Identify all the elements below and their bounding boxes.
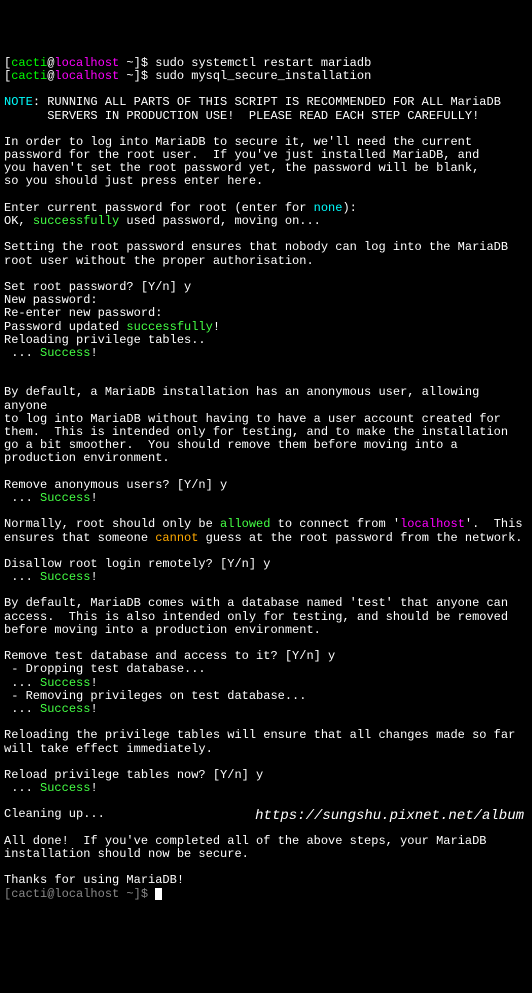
prompt-path: ~ [119,56,133,70]
reload-line-1: Reloading the privilege tables will ensu… [4,728,515,742]
prompt-host-last: localhost [54,887,119,901]
prompt-path: ~ [119,69,133,83]
rootpw-successfully: successfully [126,320,212,334]
anon-line-2: to log into MariaDB without having to ha… [4,412,501,426]
prompt-user-last: cacti [11,887,47,901]
rootpw-reload: Reloading privilege tables.. [4,333,206,347]
anon-line-1: By default, a MariaDB installation has a… [4,385,486,412]
anon-excl: ! [90,491,97,505]
testdb-dots-2: ... [4,702,40,716]
remote-prompt: Disallow root login remotely? [Y/n] y [4,557,270,571]
note-text-2: SERVERS IN PRODUCTION USE! PLEASE READ E… [4,109,479,123]
remote-dots: ... [4,570,40,584]
intro-line-3: you haven't set the root password yet, t… [4,161,479,175]
testdb-line-1: By default, MariaDB comes with a databas… [4,596,508,610]
remote-line-2-p2: guess at the root password from the netw… [198,531,522,545]
anon-line-4: go a bit smoother. You should remove the… [4,438,458,452]
rootpw-reenter: Re-enter new password: [4,306,162,320]
testdb-prompt: Remove test database and access to it? [… [4,649,335,663]
reload-line-2: will take effect immediately. [4,742,213,756]
rootpw-updated: Password updated [4,320,126,334]
reload-success: Success [40,781,90,795]
password-none: none [314,201,343,215]
testdb-excl-1: ! [90,676,97,690]
remote-line-1-p2: to connect from ' [270,517,400,531]
remote-success: Success [40,570,90,584]
prompt-path-last: ~ [119,887,133,901]
reload-prompt: Reload privilege tables now? [Y/n] y [4,768,263,782]
anon-line-3: them. This is intended only for testing,… [4,425,508,439]
testdb-remove: - Removing privileges on test database..… [4,689,306,703]
command-1: sudo systemctl restart mariadb [155,56,371,70]
intro-line-1: In order to log into MariaDB to secure i… [4,135,472,149]
note-label: NOTE [4,95,33,109]
anon-dots: ... [4,491,40,505]
testdb-line-3: before moving into a production environm… [4,623,321,637]
password-prompt: Enter current password for root (enter f… [4,201,314,215]
anon-prompt: Remove anonymous users? [Y/n] y [4,478,227,492]
cleanup-text: Cleaning up... [4,807,105,821]
remote-allowed: allowed [220,517,270,531]
done-line-2: installation should now be secure. [4,847,249,861]
rootpw-dots: ... [4,346,40,360]
testdb-dots-1: ... [4,676,40,690]
testdb-line-2: access. This is also intended only for t… [4,610,508,624]
remote-line-1-p3: '. This [465,517,523,531]
terminal-output: [cacti@localhost ~]$ sudo systemctl rest… [4,57,528,901]
prompt-host: localhost [54,56,119,70]
password-moving: used password, moving on... [119,214,321,228]
done-line-1: All done! If you've completed all of the… [4,834,486,848]
rootpw-excl: ! [213,320,220,334]
prompt-end: ]$ [134,56,156,70]
remote-line-2-p1: ensures that someone [4,531,155,545]
remote-excl: ! [90,570,97,584]
remote-cannot: cannot [155,531,198,545]
prompt-end: ]$ [134,69,156,83]
remote-line-1-p1: Normally, root should only be [4,517,220,531]
testdb-success-1: Success [40,676,90,690]
reload-dots: ... [4,781,40,795]
testdb-drop: - Dropping test database... [4,662,206,676]
rootpw-line-1: Setting the root password ensures that n… [4,240,508,254]
prompt-end-last: ]$ [134,887,156,901]
rootpw-excl2: ! [90,346,97,360]
prompt-user: cacti [11,56,47,70]
prompt-at-last: @ [47,887,54,901]
anon-success: Success [40,491,90,505]
password-successfully: successfully [33,214,119,228]
reload-excl: ! [90,781,97,795]
password-end: ): [342,201,356,215]
prompt-host: localhost [54,69,119,83]
anon-line-5: production environment. [4,451,170,465]
rootpw-success: Success [40,346,90,360]
done-thanks: Thanks for using MariaDB! [4,873,184,887]
prompt-bracket-last: [ [4,887,11,901]
rootpw-new: New password: [4,293,98,307]
testdb-excl-2: ! [90,702,97,716]
remote-localhost: localhost [400,517,465,531]
intro-line-4: so you should just press enter here. [4,174,263,188]
testdb-success-2: Success [40,702,90,716]
prompt-user: cacti [11,69,47,83]
rootpw-prompt: Set root password? [Y/n] y [4,280,191,294]
password-ok: OK, [4,214,33,228]
cursor-icon[interactable] [155,888,162,900]
intro-line-2: password for the root user. If you've ju… [4,148,479,162]
note-text-1: : RUNNING ALL PARTS OF THIS SCRIPT IS RE… [33,95,501,109]
rootpw-line-2: root user without the proper authorisati… [4,254,314,268]
command-2: sudo mysql_secure_installation [155,69,371,83]
watermark-text: https://sungshu.pixnet.net/album [255,809,524,824]
